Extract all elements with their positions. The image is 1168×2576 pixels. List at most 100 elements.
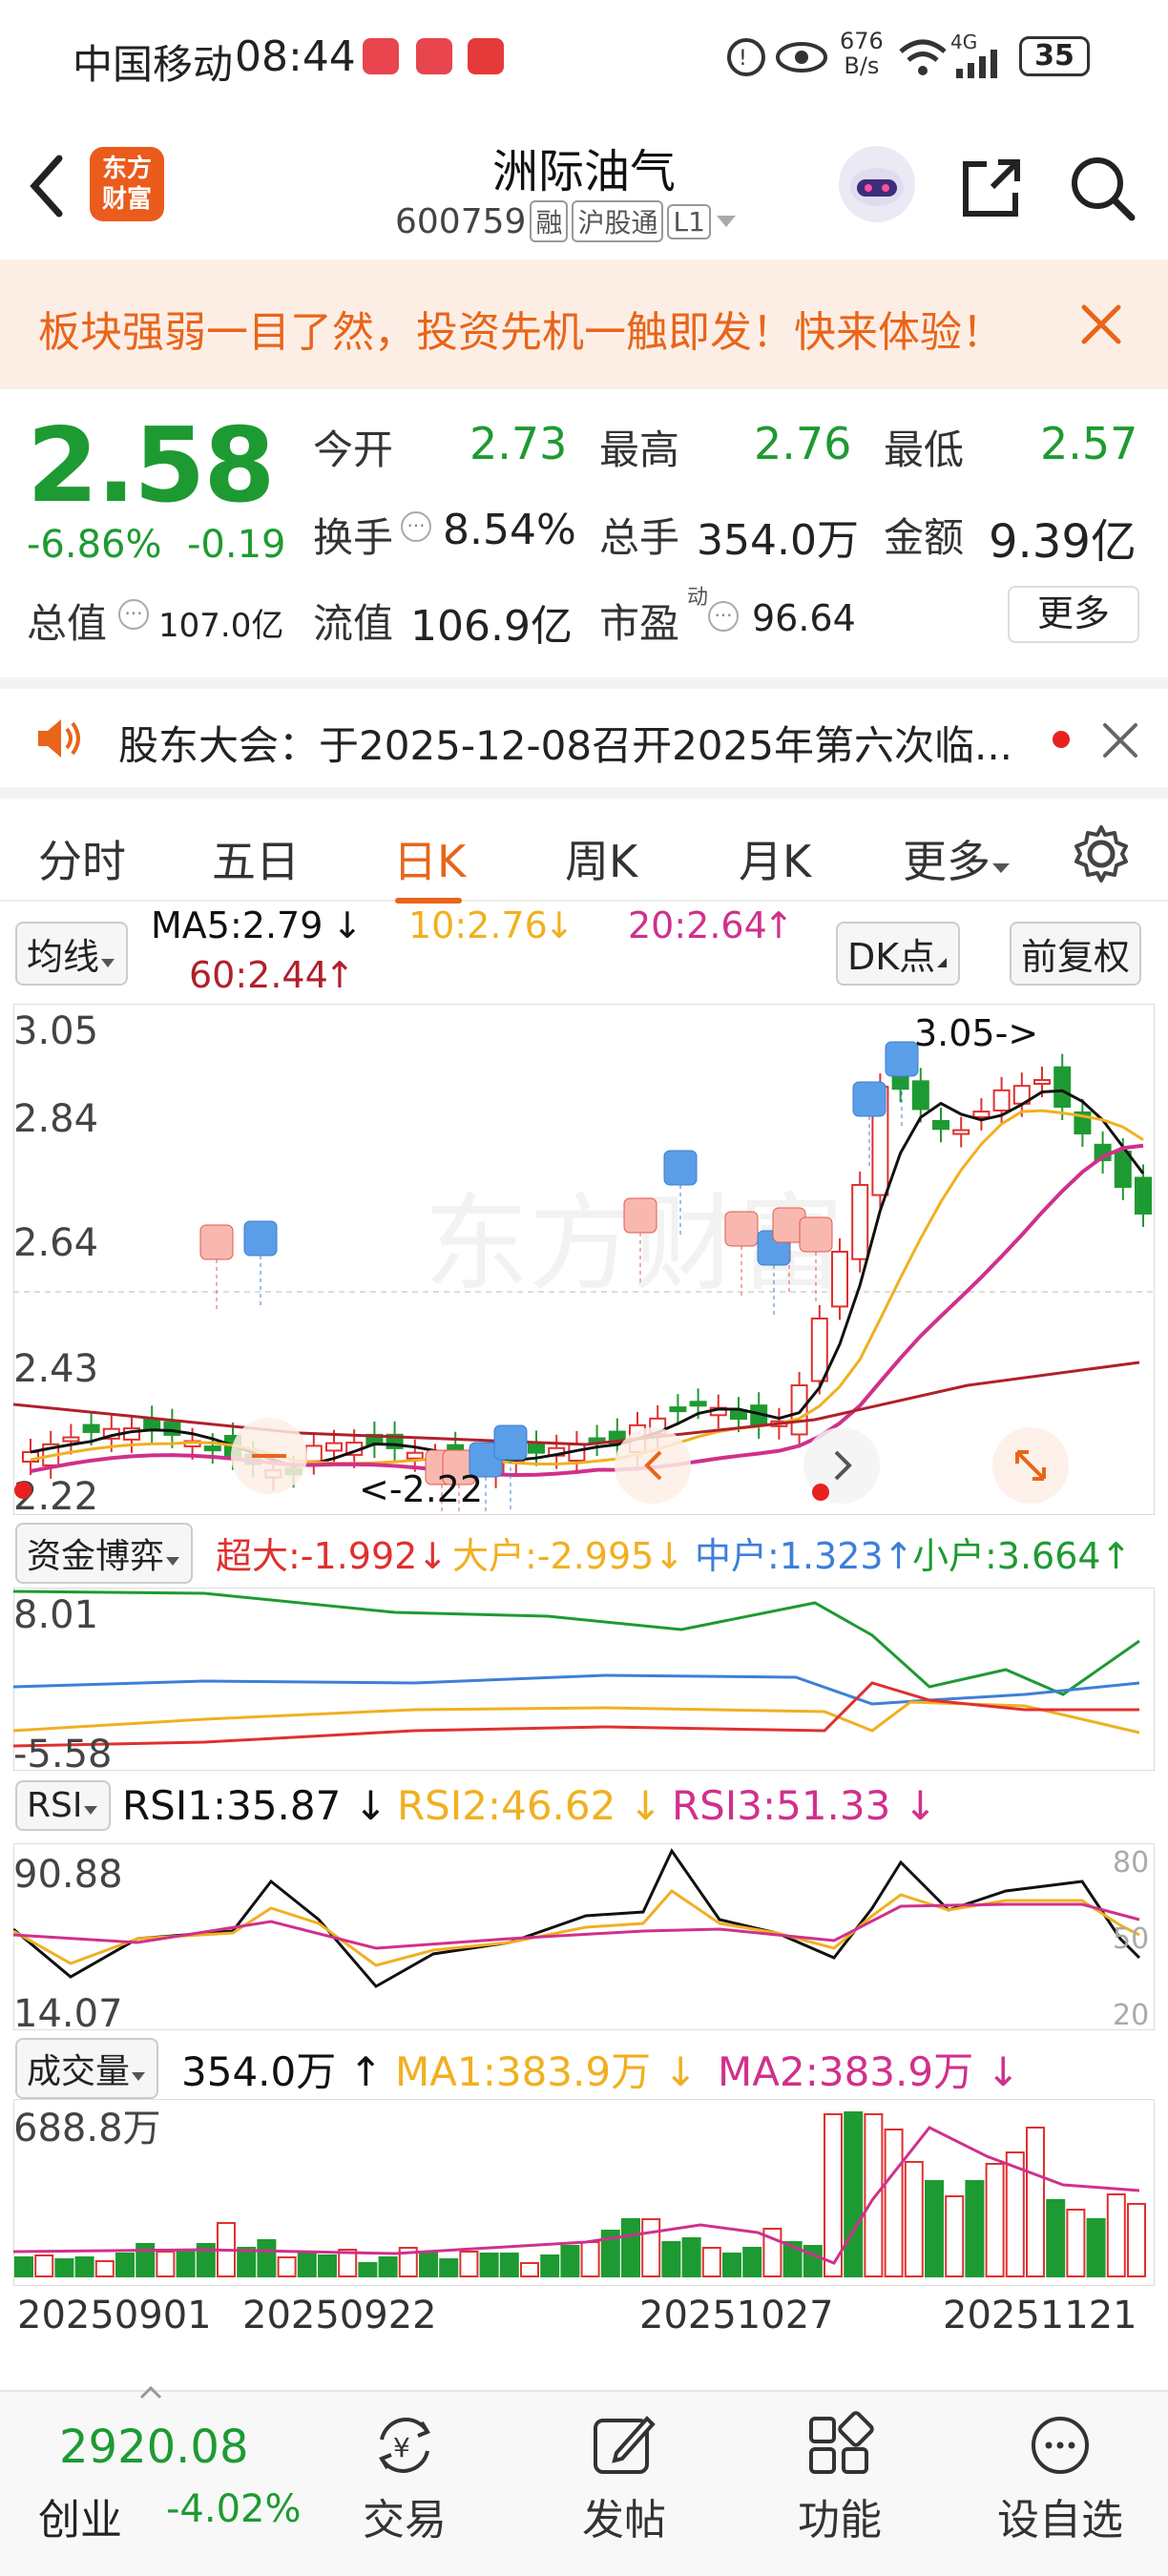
ma-selector[interactable]: 均线	[15, 922, 129, 986]
candle-body	[528, 1443, 545, 1454]
volume-bar	[277, 2256, 297, 2277]
volume-bar	[419, 2251, 438, 2277]
volume-ma1: MA1:383.9万	[395, 2048, 652, 2095]
stock-code-row[interactable]: 600759 融 沪股通 L1	[395, 200, 738, 242]
volume-bar	[681, 2237, 701, 2277]
sell-marker	[852, 1081, 886, 1117]
adjust-button[interactable]: 前复权	[1010, 922, 1142, 986]
volume-bar	[844, 2111, 864, 2277]
period-tabs: 分时 五日 日K 周K 月K 更多	[0, 787, 1168, 904]
volume-bar	[479, 2253, 499, 2277]
candle-body	[1135, 1176, 1152, 1215]
pe-dynamic-tag: 动	[687, 586, 709, 610]
volume-bar	[580, 2241, 600, 2277]
pan-left-button[interactable]	[615, 1427, 691, 1504]
volume-bar	[1106, 2193, 1126, 2277]
volume-chart[interactable]: 688.8万	[13, 2099, 1155, 2286]
index-change: -4.02%	[166, 2487, 302, 2531]
date-label: 20250901	[17, 2294, 212, 2337]
volume-bar	[459, 2251, 479, 2277]
candle-body	[1033, 1079, 1051, 1085]
share-icon[interactable]	[958, 155, 1025, 221]
y-axis-label: 2.43	[13, 1347, 98, 1391]
volume-bar	[1026, 2127, 1045, 2277]
tab-intraday[interactable]: 分时	[38, 827, 126, 890]
volume-label: 总手	[599, 514, 680, 561]
info-icon[interactable]: ···	[708, 601, 739, 632]
volume-bar	[439, 2258, 459, 2277]
margin-tag: 融	[530, 200, 569, 242]
clock: 08:44	[235, 32, 356, 81]
tab-more[interactable]: 更多	[903, 827, 1012, 890]
tab-daily-k[interactable]: 日K	[393, 827, 466, 890]
pe-label: 市盈	[599, 600, 680, 647]
unread-dot	[1053, 731, 1070, 748]
marker-dot	[14, 1482, 31, 1499]
notice-bar[interactable]: 股东大会：于2025-12-08召开2025年第六次临...	[0, 677, 1168, 787]
post-button[interactable]: 发帖	[557, 2401, 691, 2546]
sell-marker	[493, 1424, 528, 1461]
amount-value: 9.39亿	[989, 515, 1137, 569]
close-icon[interactable]	[1078, 301, 1124, 347]
dropdown-triangle-icon	[166, 1557, 180, 1566]
candle-body	[891, 1075, 909, 1091]
y-axis-top: 688.8万	[13, 2107, 161, 2150]
candle-body	[203, 1445, 221, 1452]
dk-point-button[interactable]: DK点	[836, 922, 961, 986]
dropdown-triangle-icon	[716, 216, 736, 227]
fund-flow-chart[interactable]: 8.01 -5.58	[13, 1588, 1155, 1771]
volume-today: 354.0万	[181, 2048, 337, 2095]
trade-button[interactable]: ¥ 交易	[338, 2401, 471, 2546]
kline-chart[interactable]: 东方财富 3.05 2.84 2.64 2.43 2.22 3.05-> <-2…	[13, 1004, 1155, 1515]
gear-icon[interactable]	[1071, 823, 1132, 884]
super-large-value: 超大:-1.992	[216, 1535, 418, 1577]
close-icon[interactable]	[1101, 721, 1139, 759]
tab-five-day[interactable]: 五日	[212, 827, 300, 890]
y-axis-top: 90.88	[13, 1853, 123, 1897]
rsi-selector[interactable]: RSI	[15, 1780, 112, 1831]
candle-body	[952, 1129, 970, 1135]
rsi-chart[interactable]: 90.88 14.07 80 50 20	[13, 1843, 1155, 2030]
indicator-selector[interactable]: 资金博弈	[15, 1523, 194, 1584]
volume-bar	[1046, 2199, 1066, 2277]
volume-bar	[520, 2262, 539, 2277]
tab-weekly-k[interactable]: 周K	[565, 827, 637, 890]
index-value[interactable]: 2920.08	[59, 2420, 249, 2474]
robot-assistant-icon[interactable]	[836, 143, 918, 225]
info-icon[interactable]: ···	[118, 599, 149, 630]
candle-body	[82, 1423, 100, 1433]
chevron-up-icon[interactable]	[139, 2384, 162, 2399]
ma20-value: 20:2.64	[628, 904, 767, 946]
add-watchlist-button[interactable]: 设自选	[989, 2401, 1132, 2546]
volume-bar	[499, 2253, 519, 2277]
volume-bar	[701, 2247, 721, 2277]
ma-legend: 均线 MA5:2.79 ↓ 10:2.76 ↓ 20:2.64 ↑ 60:2.4…	[0, 904, 1168, 1000]
volume-selector-label: 成交量	[27, 2052, 131, 2091]
last-price: 2.58	[27, 406, 275, 526]
index-name[interactable]: 创业	[38, 2485, 122, 2546]
low-label: 最低	[884, 426, 965, 473]
candle-body	[325, 1442, 343, 1452]
function-button[interactable]: 功能	[773, 2401, 907, 2546]
tab-monthly-k[interactable]: 月K	[739, 827, 811, 890]
bottom-toolbar: 2920.08 创业 -4.02% ¥ 交易 发帖 功能 设自选	[0, 2385, 1168, 2576]
volume-selector[interactable]: 成交量	[15, 2038, 159, 2099]
volume-bar	[378, 2256, 398, 2277]
app-notification-icon	[416, 38, 452, 74]
volume-bar	[904, 2161, 924, 2277]
edit-icon	[594, 2416, 656, 2474]
search-icon[interactable]	[1069, 155, 1137, 223]
volume-bar	[74, 2256, 94, 2277]
turnover-value: 8.54%	[443, 506, 576, 554]
candle-body	[972, 1111, 991, 1118]
promo-banner[interactable]: 板块强弱一目了然，投资先机一触即发！快来体验！	[0, 260, 1168, 389]
volume-bar	[965, 2180, 985, 2277]
info-icon[interactable]: ···	[401, 511, 431, 542]
volume-bar	[14, 2256, 33, 2277]
volume-bar	[156, 2251, 176, 2277]
candle-body	[932, 1119, 949, 1131]
grid-apps-icon	[809, 2411, 874, 2474]
rsi3-value: RSI3:51.33	[672, 1782, 891, 1829]
more-quote-button[interactable]: 更多	[1008, 586, 1139, 643]
stock-code: 600759	[395, 201, 527, 241]
